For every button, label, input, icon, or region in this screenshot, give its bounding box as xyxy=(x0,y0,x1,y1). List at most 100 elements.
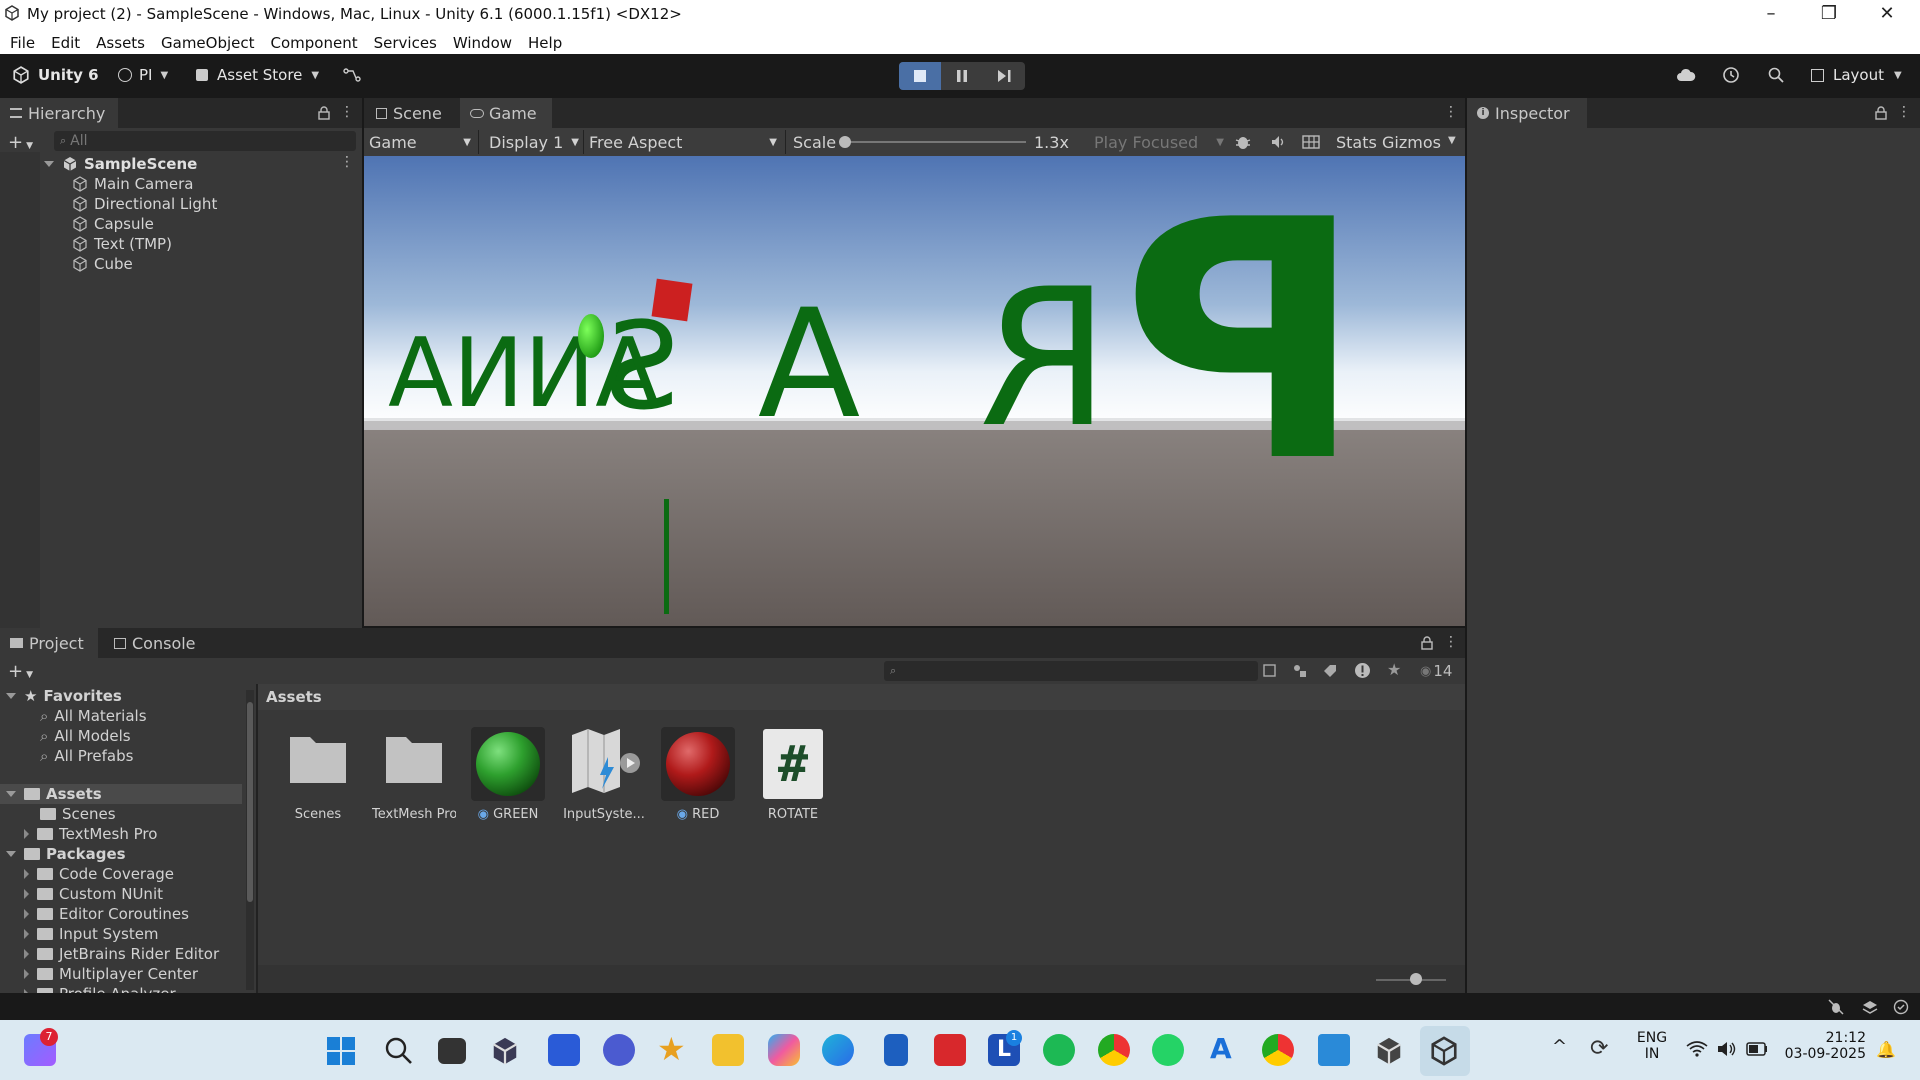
whatsapp-icon[interactable] xyxy=(1152,1034,1184,1066)
package-item[interactable]: JetBrains Rider Editor xyxy=(24,944,219,964)
debug-off-icon[interactable] xyxy=(1828,999,1844,1015)
favorite-item[interactable]: ⌕ All Materials xyxy=(40,706,147,726)
minimize-button[interactable]: – xyxy=(1742,0,1800,27)
layout-dropdown[interactable]: Layout ▼ xyxy=(1811,66,1902,84)
breadcrumb-assets[interactable]: Assets xyxy=(266,688,322,706)
tab-project[interactable]: Project xyxy=(0,628,98,658)
menu-help[interactable]: Help xyxy=(528,30,562,52)
pause-button[interactable] xyxy=(941,62,983,90)
play-focused-dropdown[interactable]: Play Focused ▼ xyxy=(1094,128,1224,156)
hierarchy-search-input[interactable]: ⌕ All xyxy=(54,131,356,151)
package-item[interactable]: Custom NUnit xyxy=(24,884,163,904)
asset-scenes[interactable]: Scenes xyxy=(276,727,360,822)
restore-button[interactable]: ❐ xyxy=(1800,0,1858,27)
audio-icon[interactable] xyxy=(1270,134,1286,150)
menu-window[interactable]: Window xyxy=(453,30,512,52)
chevron-down-icon[interactable]: ▼ xyxy=(1448,135,1456,146)
layers-icon[interactable] xyxy=(1862,999,1878,1015)
spotify-icon[interactable] xyxy=(1043,1034,1075,1066)
account-dropdown[interactable]: PI ▼ xyxy=(118,66,168,84)
gizmos-button[interactable]: Gizmos xyxy=(1382,128,1441,156)
asset-input-system[interactable]: InputSyste... xyxy=(562,727,646,822)
notepad-icon[interactable] xyxy=(884,1034,908,1066)
game-mode-dropdown[interactable]: Game ▼ xyxy=(369,128,475,156)
package-item[interactable]: Editor Coroutines xyxy=(24,904,189,924)
package-item[interactable]: Code Coverage xyxy=(24,864,174,884)
game-view[interactable]: P R A S ANNA xyxy=(364,156,1465,626)
wps-icon[interactable] xyxy=(934,1034,966,1066)
tab-game[interactable]: Game xyxy=(460,98,552,128)
asset-store-dropdown[interactable]: Asset Store ▼ xyxy=(196,66,319,84)
task-view-icon[interactable] xyxy=(438,1038,466,1064)
tab-hierarchy[interactable]: Hierarchy xyxy=(0,98,118,128)
app-icon[interactable] xyxy=(603,1034,635,1066)
chrome-profile-icon[interactable] xyxy=(1262,1034,1294,1066)
lock-icon[interactable] xyxy=(318,106,330,120)
aspect-dropdown[interactable]: Free Aspect ▼ xyxy=(589,128,781,156)
stats-button[interactable]: Stats xyxy=(1336,128,1377,156)
bug-icon[interactable] xyxy=(1234,133,1252,151)
visible-count[interactable]: ◉ 14 xyxy=(1420,662,1452,680)
favorite-item[interactable]: ⌕ All Models xyxy=(40,726,131,746)
tab-console[interactable]: Console xyxy=(104,628,214,658)
project-search-input[interactable]: ⌕ xyxy=(884,661,1258,681)
check-circle-icon[interactable] xyxy=(1893,999,1909,1015)
scale-slider-thumb[interactable] xyxy=(839,136,851,148)
hierarchy-item[interactable]: Capsule xyxy=(72,214,154,234)
store-icon[interactable] xyxy=(548,1034,580,1066)
menu-services[interactable]: Services xyxy=(374,30,437,52)
favorites-header[interactable]: ★ Favorites xyxy=(6,686,122,706)
label-icon[interactable] xyxy=(1322,663,1338,679)
chevron-up-icon[interactable]: ^ xyxy=(1552,1036,1567,1057)
version-control-icon[interactable] xyxy=(343,67,361,83)
kebab-menu-icon[interactable]: ⋮ xyxy=(340,104,354,120)
menu-assets[interactable]: Assets xyxy=(96,30,145,52)
search-icon[interactable] xyxy=(1768,67,1784,83)
create-plus-button[interactable]: + ▼ xyxy=(8,132,33,153)
grid-overlay-icon[interactable] xyxy=(1302,134,1320,150)
hierarchy-item[interactable]: Directional Light xyxy=(72,194,217,214)
language-indicator[interactable]: ENG IN xyxy=(1636,1030,1668,1062)
kebab-menu-icon[interactable]: ⋮ xyxy=(1444,634,1458,650)
sync-icon[interactable]: ⟳ xyxy=(1590,1036,1608,1061)
asset-folder-item[interactable]: Scenes xyxy=(40,804,116,824)
notification-bell-icon[interactable]: 🔔 xyxy=(1876,1040,1896,1059)
assets-header[interactable]: Assets xyxy=(6,784,102,804)
package-item[interactable]: Profile Analyzer xyxy=(24,984,176,993)
vscode-icon[interactable] xyxy=(1318,1034,1350,1066)
package-item[interactable]: Input System xyxy=(24,924,159,944)
hierarchy-item[interactable]: Main Camera xyxy=(72,174,193,194)
lock-icon[interactable] xyxy=(1875,106,1887,120)
chrome-icon[interactable] xyxy=(1098,1034,1130,1066)
packages-header[interactable]: Packages xyxy=(6,844,126,864)
copilot-icon[interactable] xyxy=(768,1034,800,1066)
cloud-icon[interactable] xyxy=(1676,68,1696,82)
asset-folder-item[interactable]: TextMesh Pro xyxy=(24,824,157,844)
unity-hub-icon[interactable] xyxy=(490,1036,520,1066)
unity-taskbar-icon[interactable] xyxy=(1374,1036,1404,1066)
unity-account-button[interactable]: Unity 6 xyxy=(12,66,99,84)
menu-component[interactable]: Component xyxy=(271,30,358,52)
battery-icon[interactable] xyxy=(1746,1042,1768,1056)
windows-start-icon[interactable] xyxy=(326,1036,356,1066)
filter-type-icon[interactable] xyxy=(1292,663,1308,679)
warning-icon[interactable] xyxy=(1354,662,1371,679)
tree-scrollbar[interactable] xyxy=(246,690,254,990)
file-explorer-icon[interactable] xyxy=(712,1034,744,1066)
hierarchy-item[interactable]: Text (TMP) xyxy=(72,234,172,254)
app-store-icon[interactable]: A xyxy=(1210,1032,1232,1065)
menu-gameobject[interactable]: GameObject xyxy=(161,30,255,52)
lock-icon[interactable] xyxy=(1421,636,1433,650)
star-icon[interactable]: ★ xyxy=(1387,660,1401,679)
hierarchy-item[interactable]: Cube xyxy=(72,254,133,274)
scrollbar-thumb[interactable] xyxy=(247,702,253,902)
close-button[interactable]: ✕ xyxy=(1858,0,1916,27)
search-icon[interactable] xyxy=(384,1036,414,1066)
tab-scene[interactable]: Scene xyxy=(366,98,458,128)
scale-slider-track[interactable] xyxy=(844,141,1026,143)
menu-edit[interactable]: Edit xyxy=(51,30,80,52)
asset-textmeshpro[interactable]: TextMesh Pro xyxy=(372,727,456,822)
menu-file[interactable]: File xyxy=(10,30,35,52)
favorite-item[interactable]: ⌕ All Prefabs xyxy=(40,746,133,766)
wifi-icon[interactable] xyxy=(1686,1040,1708,1058)
